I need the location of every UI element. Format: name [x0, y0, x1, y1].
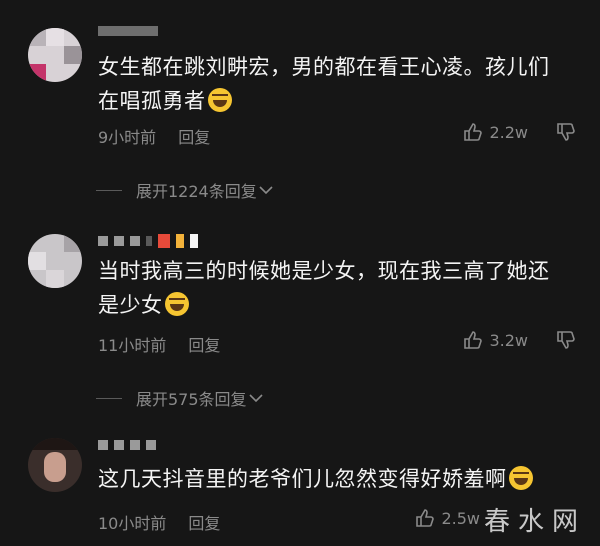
like-button[interactable]: 2.5w	[415, 508, 480, 528]
like-button[interactable]: 2.2w	[463, 122, 528, 142]
timestamp: 9小时前	[98, 128, 157, 147]
reply-button[interactable]: 回复	[188, 332, 220, 356]
laughing-emoji-icon	[508, 466, 533, 490]
username-blurred[interactable]	[98, 234, 198, 248]
thumb-up-icon	[416, 509, 435, 527]
reply-button[interactable]: 回复	[188, 510, 220, 534]
username-blurred[interactable]	[98, 438, 156, 452]
chevron-down-icon	[248, 394, 263, 403]
comment-text: 这几天抖音里的老爷们儿忽然变得好娇羞啊	[98, 462, 568, 496]
comment-actions: 2.5w	[415, 508, 480, 528]
laughing-emoji-icon	[207, 88, 232, 112]
timestamp: 11小时前	[98, 336, 167, 355]
username-blurred[interactable]	[98, 24, 158, 38]
expand-replies[interactable]: 展开575条回复	[96, 386, 263, 410]
avatar[interactable]	[28, 234, 82, 288]
like-count: 3.2w	[489, 330, 528, 350]
thumb-up-icon	[464, 123, 483, 141]
expand-replies[interactable]: 展开1224条回复	[96, 178, 273, 202]
timestamp: 10小时前	[98, 514, 167, 533]
comment-actions: 3.2w	[463, 330, 576, 350]
reply-button[interactable]: 回复	[178, 124, 210, 148]
laughing-emoji-icon	[164, 292, 189, 316]
like-count: 2.2w	[489, 122, 528, 142]
chevron-down-icon	[259, 186, 273, 195]
comment-meta: 9小时前 回复	[98, 124, 210, 148]
comment-text: 女生都在跳刘畊宏，男的都在看王心凌。孩儿们在唱孤勇者	[98, 55, 550, 113]
like-button[interactable]: 3.2w	[463, 330, 528, 350]
watermark-logo: 春水网	[483, 507, 586, 537]
thumb-up-icon	[464, 331, 483, 349]
thumb-down-icon[interactable]	[556, 122, 576, 142]
comment-text: 当时我高三的时候她是少女，现在我三高了她还是少女	[98, 259, 550, 317]
thumb-down-icon[interactable]	[556, 330, 576, 350]
like-count: 2.5w	[441, 508, 480, 528]
avatar[interactable]	[28, 438, 82, 492]
comment-meta: 11小时前 回复	[98, 332, 220, 356]
comment-meta: 10小时前 回复	[98, 510, 220, 534]
avatar[interactable]	[28, 28, 82, 82]
comment-actions: 2.2w	[463, 122, 576, 142]
